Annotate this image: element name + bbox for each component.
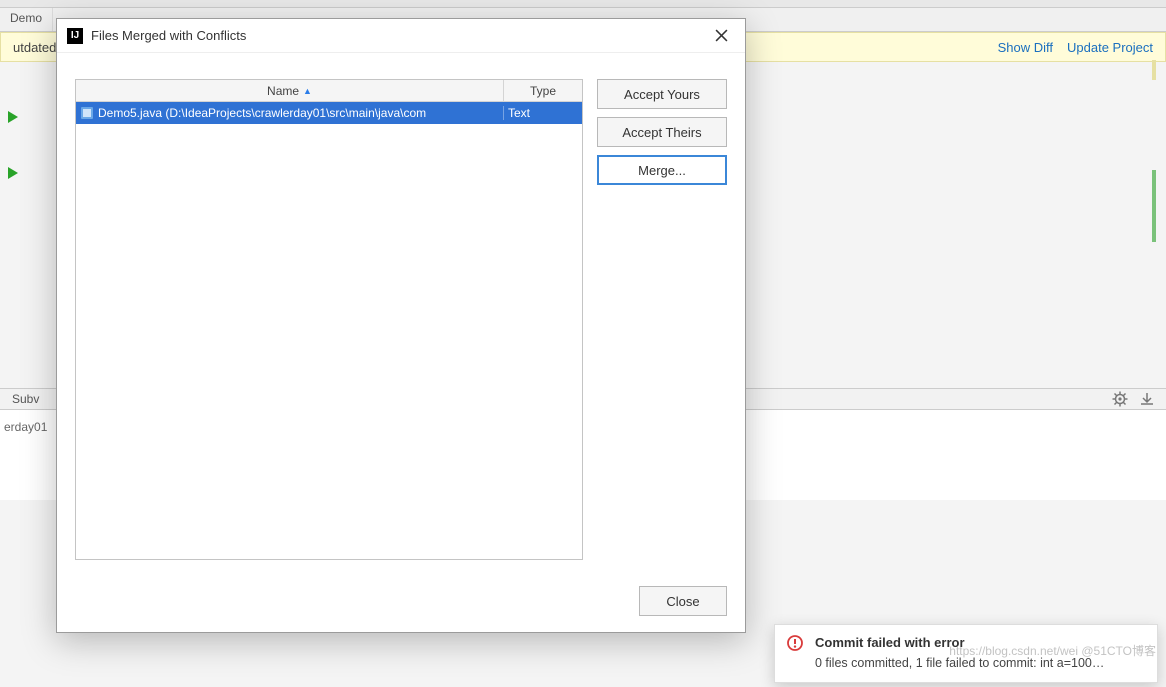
table-header: Name ▲ Type: [76, 80, 582, 102]
close-button[interactable]: Close: [639, 586, 727, 616]
sort-asc-icon: ▲: [303, 86, 312, 96]
dialog-footer: Close: [57, 574, 745, 632]
notification-title: Commit failed with error: [815, 635, 1143, 650]
column-header-name[interactable]: Name ▲: [76, 80, 504, 101]
scroll-marker-warning: [1152, 60, 1156, 80]
action-button-column: Accept Yours Accept Theirs Merge...: [597, 79, 727, 560]
run-icon[interactable]: [6, 166, 30, 180]
cell-type: Text: [504, 106, 582, 120]
conflict-file-table[interactable]: Name ▲ Type Demo5.java (D:\IdeaProjects\…: [75, 79, 583, 560]
update-project-link[interactable]: Update Project: [1067, 40, 1153, 55]
merge-button[interactable]: Merge...: [597, 155, 727, 185]
editor-gutter: [6, 110, 30, 180]
table-row[interactable]: Demo5.java (D:\IdeaProjects\crawlerday01…: [76, 102, 582, 124]
close-icon[interactable]: [707, 22, 735, 50]
tool-tab-subversion[interactable]: Subv: [12, 392, 39, 406]
intellij-icon: IJ: [67, 28, 83, 44]
column-header-type[interactable]: Type: [504, 80, 582, 101]
run-icon[interactable]: [6, 110, 30, 124]
notification-popup[interactable]: Commit failed with error 0 files committ…: [774, 624, 1158, 683]
cell-name: Demo5.java (D:\IdeaProjects\crawlerday01…: [98, 106, 504, 120]
dialog-title: Files Merged with Conflicts: [91, 28, 246, 43]
show-diff-link[interactable]: Show Diff: [998, 40, 1053, 55]
error-icon: [787, 635, 803, 654]
gear-icon[interactable]: [1112, 391, 1128, 407]
dialog-titlebar[interactable]: IJ Files Merged with Conflicts: [57, 19, 745, 53]
editor-tab-demo[interactable]: Demo: [0, 8, 53, 31]
column-name-label: Name: [267, 84, 299, 98]
download-icon[interactable]: [1140, 391, 1154, 407]
accept-theirs-button[interactable]: Accept Theirs: [597, 117, 727, 147]
bg-top-strip: [0, 0, 1166, 8]
java-file-icon: [78, 106, 96, 120]
conflicts-dialog: IJ Files Merged with Conflicts Name ▲ Ty…: [56, 18, 746, 633]
outdated-text: utdated: [13, 40, 56, 55]
accept-yours-button[interactable]: Accept Yours: [597, 79, 727, 109]
scroll-marker-ok: [1152, 170, 1156, 242]
notification-message: 0 files committed, 1 file failed to comm…: [815, 654, 1143, 672]
